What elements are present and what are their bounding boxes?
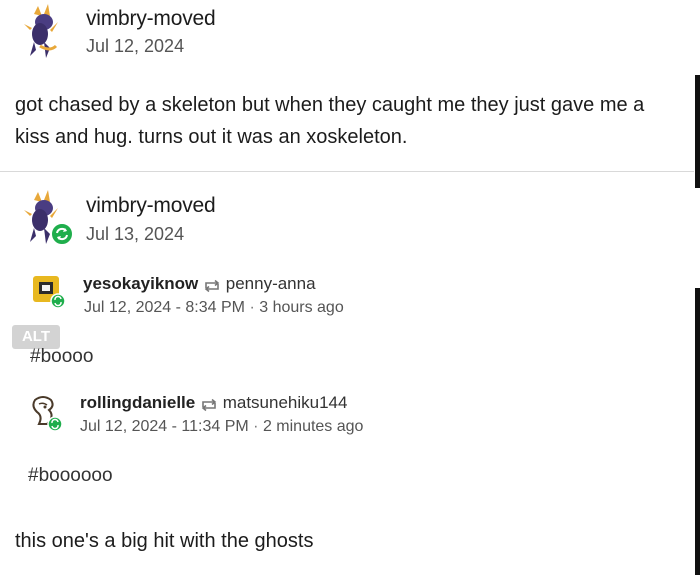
note1-timestamp[interactable]: Jul 12, 2024 - 8:34 PM [84, 299, 245, 316]
reblog-author[interactable]: vimbry-moved [86, 194, 216, 218]
post-divider [0, 171, 694, 172]
note1-via[interactable]: penny-anna [226, 274, 316, 293]
reblog-badge-icon [50, 222, 74, 246]
post-body: got chased by a skeleton but when they c… [15, 94, 645, 148]
note2-ago: 2 minutes ago [262, 418, 364, 435]
reblog-badge-small-icon [50, 293, 66, 309]
scrollbar-top[interactable] [695, 75, 700, 188]
reblog-icon [203, 278, 221, 292]
note1-tag[interactable]: #boooo [30, 346, 93, 368]
post-author[interactable]: vimbry-moved [86, 7, 216, 31]
final-text: this one's a big hit with the ghosts [15, 530, 314, 552]
avatar-spyro-icon[interactable] [20, 2, 64, 60]
scrollbar-bottom[interactable] [695, 288, 700, 575]
post-date[interactable]: Jul 12, 2024 [86, 36, 184, 57]
note2-user[interactable]: rollingdanielle [80, 393, 195, 412]
note1-user[interactable]: yesokayiknow [83, 274, 198, 293]
note1-ago: 3 hours ago [259, 299, 344, 316]
note2-timestamp[interactable]: Jul 12, 2024 - 11:34 PM [80, 418, 249, 435]
note2-tag[interactable]: #boooooo [28, 465, 113, 487]
reblog-date[interactable]: Jul 13, 2024 [86, 224, 184, 245]
reblog-icon-2 [200, 397, 218, 411]
note2-via[interactable]: matsunehiku144 [223, 393, 348, 412]
reblog-badge-small-icon-2 [47, 416, 63, 432]
